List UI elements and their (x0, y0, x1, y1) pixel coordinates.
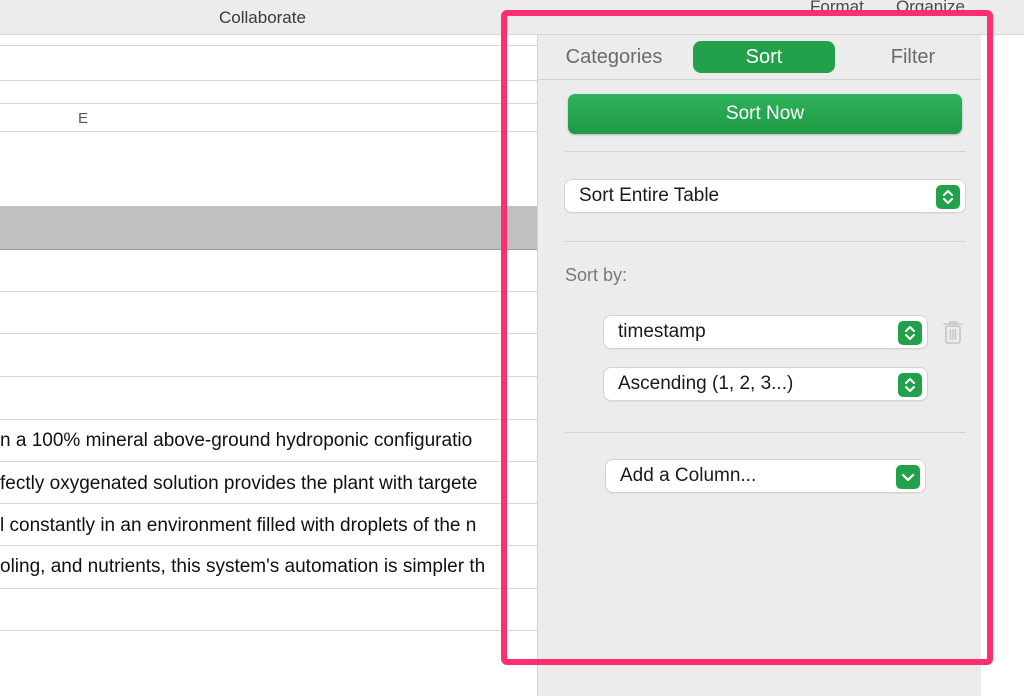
tab-categories[interactable]: Categories (554, 41, 674, 73)
column-header-e[interactable]: E (78, 110, 88, 127)
toolbar: Collaborate Format Organize (0, 0, 1024, 35)
grid-line (0, 45, 540, 46)
sidebar-tabs: Categories Sort Filter (538, 35, 981, 80)
sort-now-button[interactable]: Sort Now (568, 94, 962, 134)
up-down-chevron-icon (898, 373, 922, 397)
table-cell[interactable]: fectly oxygenated solution provides the … (0, 473, 540, 495)
grid-line (0, 103, 540, 104)
sort-scope-label: Sort Entire Table (579, 185, 720, 206)
organize-sidebar: Categories Sort Filter Sort Now Sort Ent… (537, 35, 981, 696)
tab-sort[interactable]: Sort (693, 41, 835, 73)
grid-line (0, 588, 540, 589)
grid-line (0, 630, 540, 631)
grid-line (0, 545, 540, 546)
collaborate-button[interactable]: Collaborate (219, 8, 306, 28)
up-down-chevron-icon (898, 321, 922, 345)
table-cell[interactable]: l constantly in an environment filled wi… (0, 515, 540, 537)
spreadsheet: E n a 100% mineral above-ground hydropon… (0, 35, 540, 696)
grid-line (0, 503, 540, 504)
divider (564, 151, 966, 152)
trash-icon[interactable] (942, 319, 964, 345)
grid-line (0, 131, 540, 132)
format-button[interactable]: Format (810, 0, 864, 17)
sort-order-select[interactable]: Ascending (1, 2, 3...) (604, 368, 927, 400)
grid-line (0, 461, 540, 462)
sort-scope-select[interactable]: Sort Entire Table (565, 180, 965, 212)
sort-order-label: Ascending (1, 2, 3...) (618, 373, 794, 394)
table-header-row[interactable] (0, 206, 540, 250)
divider (564, 241, 966, 242)
table-cell[interactable]: n a 100% mineral above-ground hydroponic… (0, 430, 540, 452)
grid-line (0, 419, 540, 420)
table-cell[interactable]: oling, and nutrients, this system's auto… (0, 556, 540, 578)
grid-line (0, 80, 540, 81)
grid-line (0, 333, 540, 334)
up-down-chevron-icon (936, 185, 960, 209)
grid-line (0, 291, 540, 292)
chevron-down-icon (896, 465, 920, 489)
sort-column-label: timestamp (618, 321, 706, 342)
sort-by-label: Sort by: (565, 265, 628, 285)
add-column-label: Add a Column... (620, 465, 757, 486)
add-column-select[interactable]: Add a Column... (606, 460, 925, 492)
tab-filter[interactable]: Filter (868, 41, 958, 73)
organize-button[interactable]: Organize (896, 0, 965, 17)
grid-line (0, 376, 540, 377)
sort-column-select[interactable]: timestamp (604, 316, 927, 348)
divider (564, 432, 966, 433)
